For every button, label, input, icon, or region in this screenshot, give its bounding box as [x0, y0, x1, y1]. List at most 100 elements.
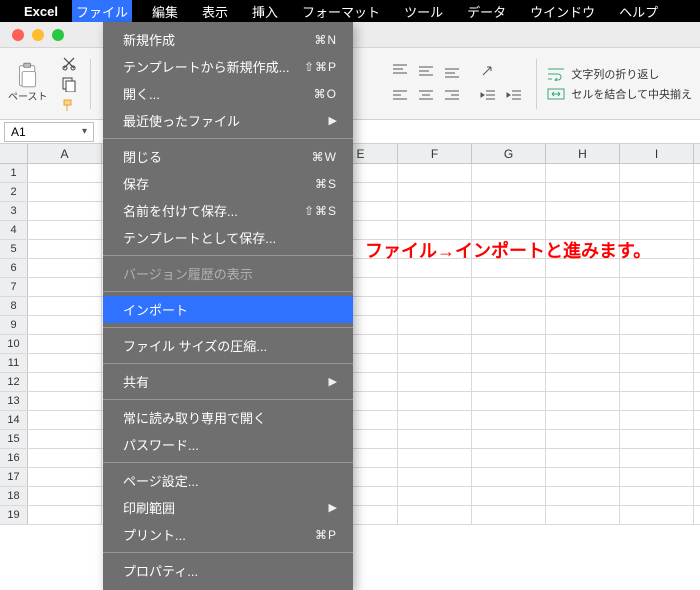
- cell[interactable]: [28, 259, 102, 277]
- cell[interactable]: [398, 392, 472, 410]
- row-header[interactable]: 6: [0, 259, 28, 277]
- cell[interactable]: [398, 430, 472, 448]
- row-header[interactable]: 4: [0, 221, 28, 239]
- cell[interactable]: [28, 392, 102, 410]
- cell[interactable]: [28, 316, 102, 334]
- window-minimize-icon[interactable]: [32, 29, 44, 41]
- cell[interactable]: [472, 202, 546, 220]
- cell[interactable]: [472, 183, 546, 201]
- cell[interactable]: [546, 487, 620, 505]
- align-left-icon[interactable]: [388, 85, 412, 107]
- cell[interactable]: [546, 316, 620, 334]
- cell[interactable]: [472, 392, 546, 410]
- cell[interactable]: [546, 297, 620, 315]
- cell[interactable]: [620, 468, 694, 486]
- cell[interactable]: [398, 297, 472, 315]
- row-header[interactable]: 9: [0, 316, 28, 334]
- cell[interactable]: [620, 373, 694, 391]
- decrease-indent-icon[interactable]: [476, 85, 500, 107]
- row-header[interactable]: 12: [0, 373, 28, 391]
- menu-format[interactable]: フォーマット: [298, 0, 384, 22]
- col-header[interactable]: H: [546, 144, 620, 163]
- cell[interactable]: [546, 335, 620, 353]
- cell[interactable]: [472, 278, 546, 296]
- cell[interactable]: [472, 487, 546, 505]
- file-menu-item[interactable]: 名前を付けて保存...⇧⌘S: [103, 197, 353, 224]
- cell[interactable]: [620, 392, 694, 410]
- cell[interactable]: [546, 468, 620, 486]
- align-top-icon[interactable]: [388, 60, 412, 82]
- cell[interactable]: [472, 164, 546, 182]
- file-menu-item[interactable]: 共有▶: [103, 368, 353, 395]
- cell[interactable]: [398, 164, 472, 182]
- cell[interactable]: [472, 373, 546, 391]
- cell[interactable]: [398, 373, 472, 391]
- cell[interactable]: [472, 449, 546, 467]
- cell[interactable]: [620, 487, 694, 505]
- increase-indent-icon[interactable]: [502, 85, 526, 107]
- cell[interactable]: [620, 297, 694, 315]
- cell[interactable]: [620, 354, 694, 372]
- cell[interactable]: [620, 278, 694, 296]
- cell[interactable]: [620, 183, 694, 201]
- cell[interactable]: [28, 297, 102, 315]
- file-menu-item[interactable]: プリント...⌘P: [103, 521, 353, 548]
- cell[interactable]: [28, 487, 102, 505]
- cell[interactable]: [472, 335, 546, 353]
- cell[interactable]: [472, 468, 546, 486]
- file-menu-item[interactable]: プロパティ...: [103, 557, 353, 584]
- cell[interactable]: [28, 373, 102, 391]
- row-header[interactable]: 11: [0, 354, 28, 372]
- cell[interactable]: [472, 354, 546, 372]
- cell[interactable]: [546, 202, 620, 220]
- file-menu-item[interactable]: パスワード...: [103, 431, 353, 458]
- file-menu-item[interactable]: 保存⌘S: [103, 170, 353, 197]
- cell[interactable]: [546, 183, 620, 201]
- align-center-icon[interactable]: [414, 85, 438, 107]
- name-box[interactable]: A1 ▾: [4, 122, 94, 142]
- select-all-corner[interactable]: [0, 144, 28, 163]
- cell[interactable]: [546, 506, 620, 524]
- cell[interactable]: [28, 335, 102, 353]
- align-bottom-icon[interactable]: [440, 60, 464, 82]
- window-zoom-icon[interactable]: [52, 29, 64, 41]
- cell[interactable]: [398, 316, 472, 334]
- col-header[interactable]: A: [28, 144, 102, 163]
- copy-icon[interactable]: [58, 75, 80, 93]
- align-right-icon[interactable]: [440, 85, 464, 107]
- menu-file[interactable]: ファイル: [72, 0, 132, 22]
- file-menu-item[interactable]: 最近使ったファイル▶: [103, 107, 353, 134]
- row-header[interactable]: 1: [0, 164, 28, 182]
- row-header[interactable]: 2: [0, 183, 28, 201]
- cell[interactable]: [28, 278, 102, 296]
- cell[interactable]: [546, 354, 620, 372]
- cell[interactable]: [620, 335, 694, 353]
- row-header[interactable]: 10: [0, 335, 28, 353]
- cell[interactable]: [28, 468, 102, 486]
- file-menu-item[interactable]: ファイル サイズの圧縮...: [103, 332, 353, 359]
- row-header[interactable]: 14: [0, 411, 28, 429]
- row-header[interactable]: 5: [0, 240, 28, 258]
- cell[interactable]: [620, 316, 694, 334]
- menu-edit[interactable]: 編集: [148, 0, 182, 22]
- cell[interactable]: [620, 449, 694, 467]
- menu-data[interactable]: データ: [463, 0, 510, 22]
- cell[interactable]: [28, 449, 102, 467]
- cell[interactable]: [398, 468, 472, 486]
- file-menu-item[interactable]: 印刷範囲▶: [103, 494, 353, 521]
- merge-center-button[interactable]: セルを結合して中央揃え: [547, 86, 692, 102]
- cell[interactable]: [28, 411, 102, 429]
- cell[interactable]: [28, 183, 102, 201]
- cell[interactable]: [28, 202, 102, 220]
- cell[interactable]: [28, 164, 102, 182]
- cell[interactable]: [472, 506, 546, 524]
- file-menu-item[interactable]: 開く...⌘O: [103, 80, 353, 107]
- cell[interactable]: [472, 297, 546, 315]
- align-middle-icon[interactable]: [414, 60, 438, 82]
- col-header[interactable]: G: [472, 144, 546, 163]
- cell[interactable]: [398, 354, 472, 372]
- cell[interactable]: [398, 202, 472, 220]
- cell[interactable]: [398, 278, 472, 296]
- row-header[interactable]: 13: [0, 392, 28, 410]
- cell[interactable]: [28, 240, 102, 258]
